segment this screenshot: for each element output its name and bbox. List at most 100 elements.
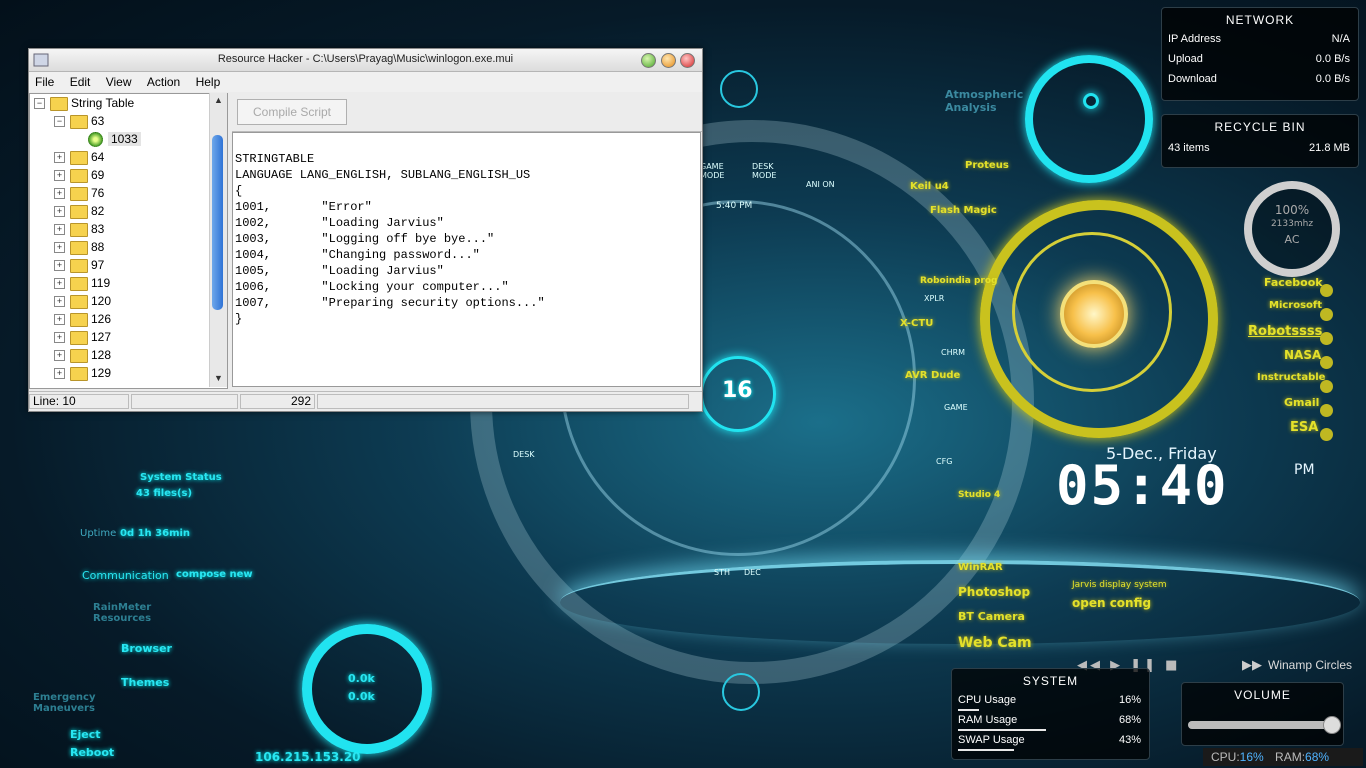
tree-item-129[interactable]: +129 xyxy=(30,364,227,382)
hud-time: 5:40 PM xyxy=(716,201,753,211)
expand-icon[interactable]: + xyxy=(54,368,65,379)
link-roboindia[interactable]: Roboindia prog xyxy=(920,276,997,286)
link-avr-dude[interactable]: AVR Dude xyxy=(905,370,960,381)
expand-icon[interactable]: + xyxy=(54,170,65,181)
scroll-up-icon[interactable]: ▲ xyxy=(211,93,226,108)
open-config-link[interactable]: open config xyxy=(1072,596,1151,610)
expand-icon[interactable]: + xyxy=(54,314,65,325)
expand-icon[interactable]: + xyxy=(54,206,65,217)
menu-file[interactable]: File xyxy=(29,72,60,89)
link-instructable[interactable]: Instructable xyxy=(1257,372,1325,383)
link-winrar[interactable]: WinRAR xyxy=(958,562,1003,573)
power-freq: 2133mhz xyxy=(1270,219,1314,229)
compile-script-button[interactable]: Compile Script xyxy=(237,99,347,125)
link-keil[interactable]: Keil u4 xyxy=(910,181,949,192)
recycle-bin-items: 43 items xyxy=(1168,142,1210,154)
link-robotssss[interactable]: Robotssss xyxy=(1248,324,1322,339)
browser-link[interactable]: Browser xyxy=(121,642,172,655)
tree-item-label: 88 xyxy=(91,240,105,254)
expand-icon[interactable]: + xyxy=(54,350,65,361)
menu-help[interactable]: Help xyxy=(190,72,227,89)
tree-item-127[interactable]: +127 xyxy=(30,328,227,346)
expand-icon[interactable]: + xyxy=(54,332,65,343)
folder-icon xyxy=(70,259,88,273)
tree-item-63[interactable]: − 63 xyxy=(30,112,227,130)
collapse-icon[interactable]: − xyxy=(34,98,45,109)
tree-item-82[interactable]: +82 xyxy=(30,202,227,220)
system-panel: SYSTEM CPU Usage 16% RAM Usage 68% SWAP Us… xyxy=(951,668,1150,760)
code-line: 1003, "Logging off bye bye..." xyxy=(235,232,495,246)
hud-label-game[interactable]: GAME xyxy=(944,403,968,412)
close-button[interactable] xyxy=(680,53,695,68)
script-editor[interactable]: STRINGTABLE LANGUAGE LANG_ENGLISH, SUBLAN… xyxy=(232,132,701,387)
resource-tree[interactable]: − String Table − 63 1033 +64 +69 +76 +82 +83… xyxy=(29,93,228,389)
maximize-button[interactable] xyxy=(661,53,676,68)
expand-icon[interactable]: + xyxy=(54,260,65,271)
collapse-icon[interactable]: − xyxy=(54,116,65,127)
link-studio4[interactable]: Studio 4 xyxy=(958,490,1000,500)
menu-view[interactable]: View xyxy=(100,72,138,89)
tree-item-76[interactable]: +76 xyxy=(30,184,227,202)
reboot-link[interactable]: Reboot xyxy=(70,746,114,759)
folder-open-icon xyxy=(70,115,88,129)
title-bar[interactable]: Resource Hacker - C:\Users\Prayag\Music\… xyxy=(29,49,702,72)
tree-item-126[interactable]: +126 xyxy=(30,310,227,328)
tree-item-string-table[interactable]: − String Table xyxy=(30,94,227,112)
code-line: LANGUAGE LANG_ENGLISH, SUBLANG_ENGLISH_U… xyxy=(235,168,531,182)
expand-icon[interactable]: + xyxy=(54,224,65,235)
hud-label-desk[interactable]: DESK xyxy=(513,450,535,459)
tree-item-83[interactable]: +83 xyxy=(30,220,227,238)
hud-label-cfg[interactable]: CFG xyxy=(936,457,952,466)
recycle-bin-title: RECYCLE BIN xyxy=(1214,120,1306,134)
tree-item-119[interactable]: +119 xyxy=(30,274,227,292)
expand-icon[interactable]: + xyxy=(54,242,65,253)
network-panel: NETWORK IP Address N/A Upload 0.0 B/s Down… xyxy=(1161,7,1359,101)
hud-label-ani-on[interactable]: ANI ON xyxy=(806,180,835,189)
link-xctu[interactable]: X-CTU xyxy=(900,318,933,329)
expand-icon[interactable]: + xyxy=(54,278,65,289)
tree-item-1033[interactable]: 1033 xyxy=(30,130,227,148)
files-count: 43 files(s) xyxy=(136,488,193,499)
code-line: 1007, "Preparing security options..." xyxy=(235,296,545,310)
link-web-cam[interactable]: Web Cam xyxy=(958,635,1032,651)
recycle-bin-panel[interactable]: RECYCLE BIN 43 items 21.8 MB xyxy=(1161,114,1359,168)
tree-item-69[interactable]: +69 xyxy=(30,166,227,184)
hud-label-chrm[interactable]: CHRM xyxy=(941,348,965,357)
menu-edit[interactable]: Edit xyxy=(64,72,97,89)
eject-link[interactable]: Eject xyxy=(70,728,101,741)
link-facebook[interactable]: Facebook xyxy=(1264,276,1323,289)
hud-label-desk-mode[interactable]: DESK MODE xyxy=(752,162,792,180)
tree-scrollbar[interactable]: ▲ ▼ xyxy=(209,93,227,387)
expand-icon[interactable]: + xyxy=(54,152,65,163)
hud-label-xplr[interactable]: XPLR xyxy=(924,294,944,303)
link-proteus[interactable]: Proteus xyxy=(965,160,1009,171)
link-photoshop[interactable]: Photoshop xyxy=(958,585,1030,599)
winamp-next-icon[interactable]: ▶▶ xyxy=(1242,658,1262,673)
link-bt-camera[interactable]: BT Camera xyxy=(958,610,1025,623)
volume-track[interactable] xyxy=(1188,716,1341,734)
themes-link[interactable]: Themes xyxy=(121,676,169,689)
menu-action[interactable]: Action xyxy=(141,72,186,89)
link-microsoft[interactable]: Microsoft xyxy=(1269,300,1322,311)
swap-usage-bar xyxy=(958,749,1014,751)
link-esa[interactable]: ESA xyxy=(1290,420,1318,435)
expand-icon[interactable]: + xyxy=(54,296,65,307)
compose-new-link[interactable]: compose new xyxy=(176,569,253,580)
tree-item-128[interactable]: +128 xyxy=(30,346,227,364)
tree-item-97[interactable]: +97 xyxy=(30,256,227,274)
tree-item-120[interactable]: +120 xyxy=(30,292,227,310)
swap-usage-row: SWAP Usage 43% xyxy=(952,734,1149,754)
minimize-button[interactable] xyxy=(641,53,656,68)
link-gmail[interactable]: Gmail xyxy=(1284,396,1319,409)
scrollbar-thumb[interactable] xyxy=(212,135,223,310)
tree-item-88[interactable]: +88 xyxy=(30,238,227,256)
resource-gear-icon xyxy=(88,132,103,147)
hud-label-game-mode[interactable]: GAME MODE xyxy=(700,162,740,180)
volume-slider-knob[interactable] xyxy=(1323,716,1341,734)
link-nasa[interactable]: NASA xyxy=(1284,348,1321,362)
expand-icon[interactable]: + xyxy=(54,188,65,199)
tree-item-64[interactable]: +64 xyxy=(30,148,227,166)
link-flash-magic[interactable]: Flash Magic xyxy=(930,205,997,216)
code-line: { xyxy=(235,184,243,198)
scroll-down-icon[interactable]: ▼ xyxy=(211,371,226,386)
